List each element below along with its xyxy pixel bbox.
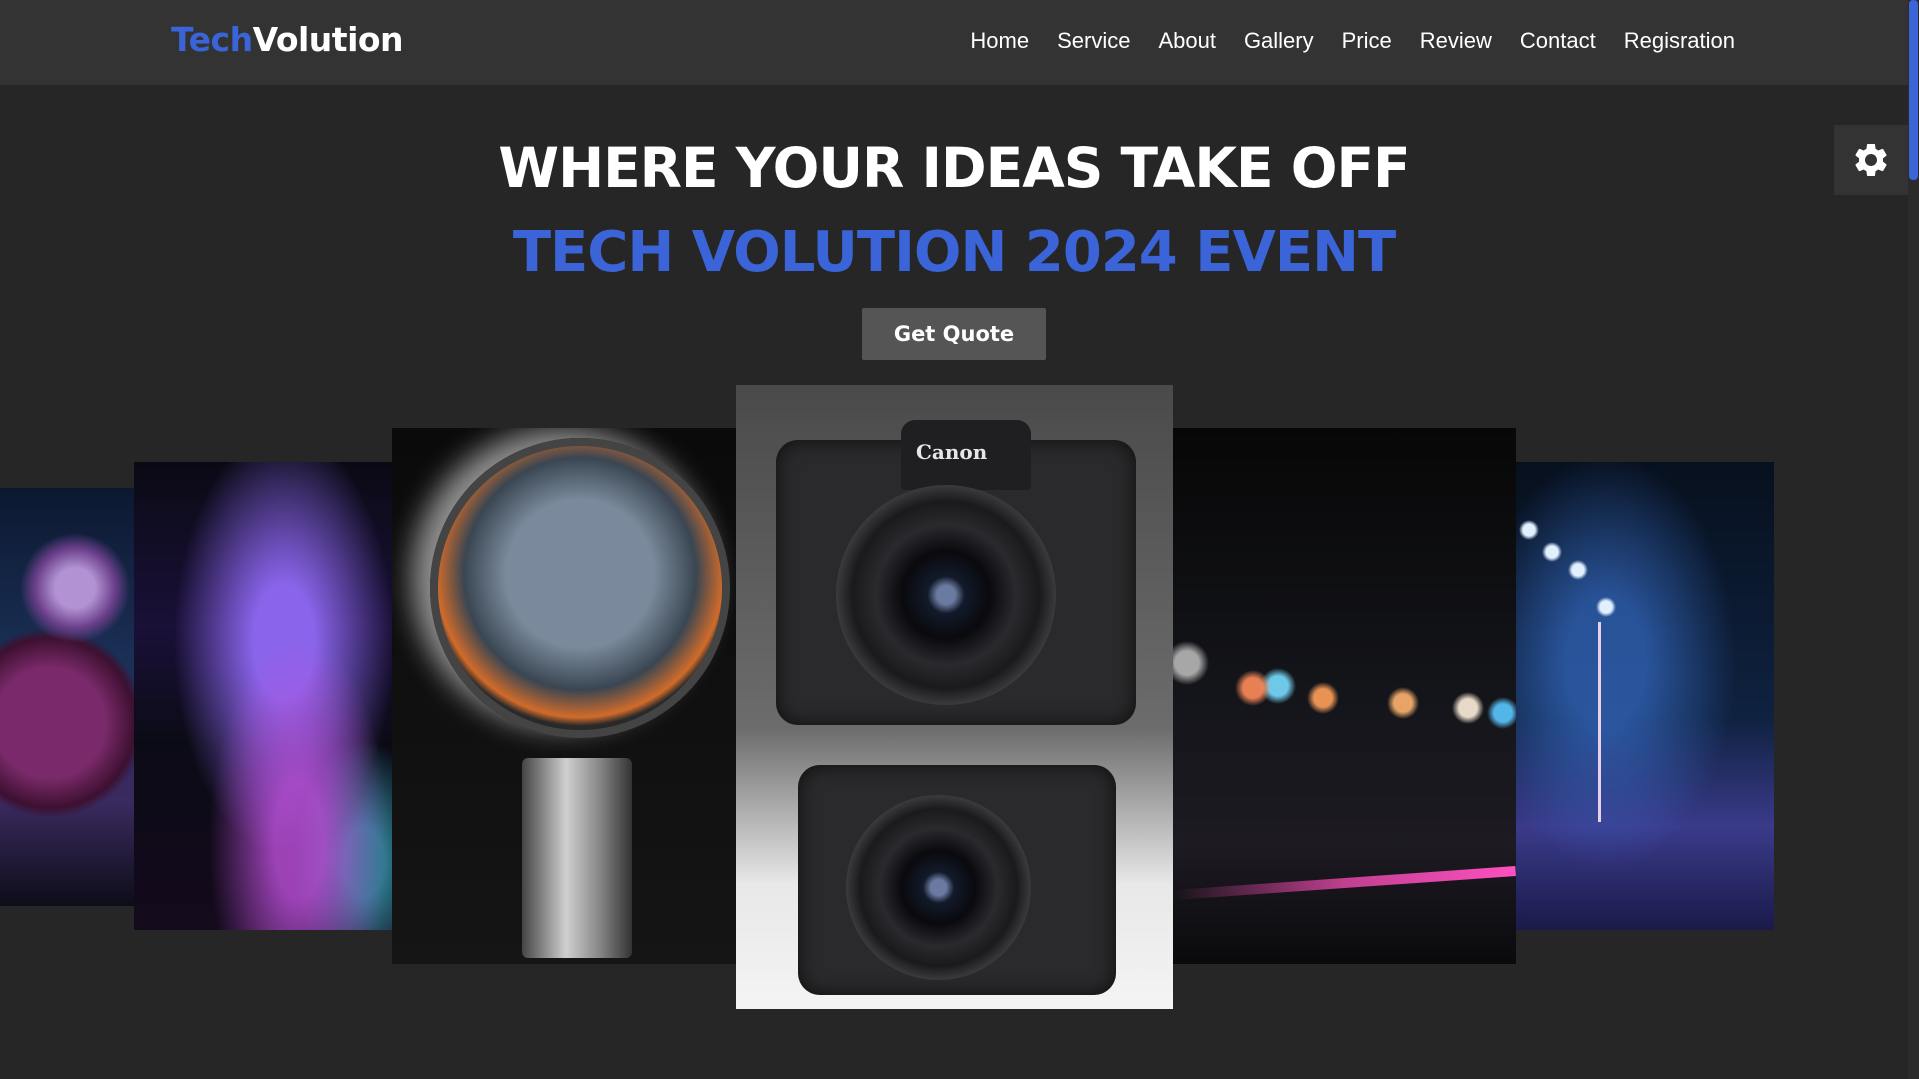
lens-stand xyxy=(522,758,632,958)
navbar: TechVolution Home Service About Gallery … xyxy=(0,0,1908,85)
logo-part-volution: Volution xyxy=(252,20,404,59)
lens-image xyxy=(430,438,730,738)
slide-bokeh-lights[interactable] xyxy=(1173,428,1516,964)
slide-concert-stage[interactable] xyxy=(134,462,392,930)
nav-home[interactable]: Home xyxy=(970,28,1029,54)
camera-lens-bottom xyxy=(846,795,1031,980)
logo[interactable]: TechVolution xyxy=(171,20,404,59)
nav-about[interactable]: About xyxy=(1158,28,1216,54)
camera-lens-top xyxy=(836,485,1056,705)
nav-price[interactable]: Price xyxy=(1342,28,1392,54)
scrollbar-thumb[interactable] xyxy=(1909,0,1918,180)
hero-title: WHERE YOUR IDEAS TAKE OFF xyxy=(498,136,1410,200)
nav-contact[interactable]: Contact xyxy=(1520,28,1596,54)
nav-gallery[interactable]: Gallery xyxy=(1244,28,1314,54)
nav-service[interactable]: Service xyxy=(1057,28,1130,54)
camera-brand: Canon xyxy=(916,440,988,464)
slide-lens-landscape[interactable] xyxy=(392,428,736,964)
hero-subtitle: TECH VOLUTION 2024 EVENT xyxy=(512,220,1396,285)
light-pole xyxy=(1598,622,1601,822)
nav-review[interactable]: Review xyxy=(1420,28,1492,54)
slide-concert-spheres[interactable] xyxy=(0,488,134,906)
main-nav: Home Service About Gallery Price Review … xyxy=(970,28,1735,54)
slide-canon-cameras[interactable]: Canon xyxy=(736,385,1173,1009)
nav-registration[interactable]: Regisration xyxy=(1624,28,1735,54)
light-streak xyxy=(1173,866,1516,900)
slide-stage-lights[interactable] xyxy=(1516,462,1774,930)
logo-part-tech: Tech xyxy=(171,20,253,59)
get-quote-button[interactable]: Get Quote xyxy=(862,308,1046,360)
